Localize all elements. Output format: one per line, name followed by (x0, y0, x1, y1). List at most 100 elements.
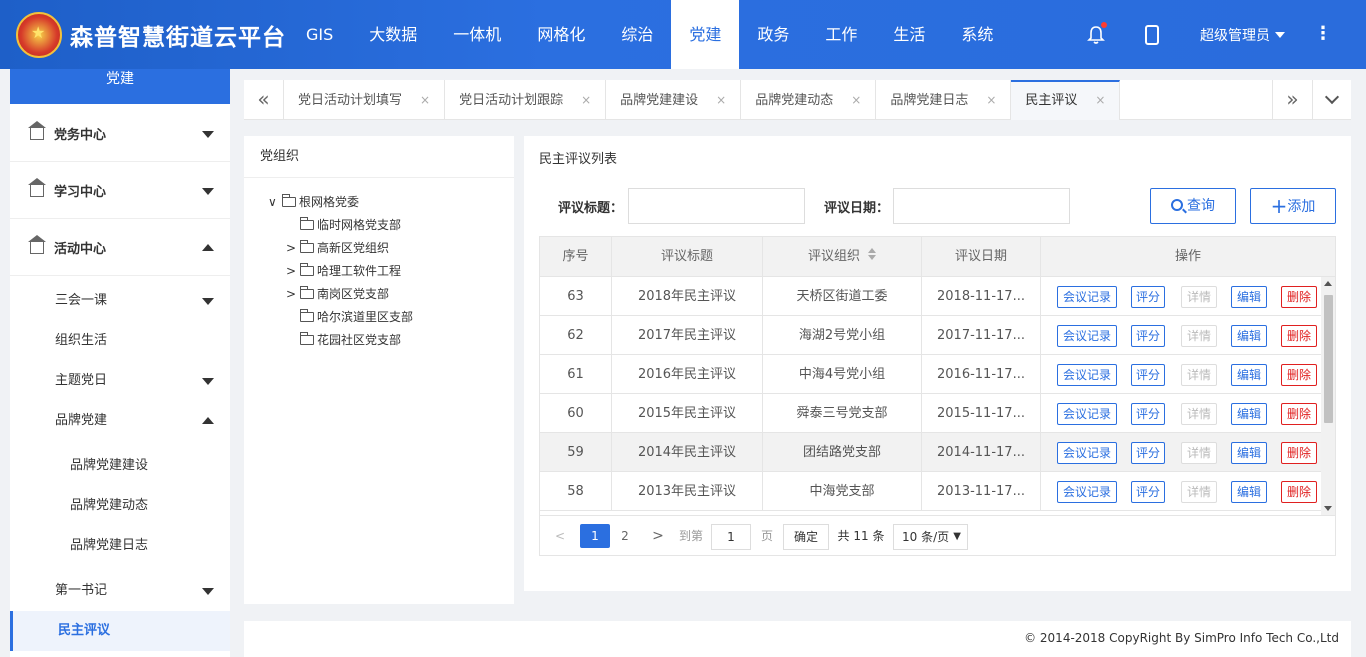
filter-date-input[interactable] (893, 188, 1070, 224)
sidebar-item-brand-party[interactable]: 品牌党建 (10, 401, 230, 441)
prev-page-icon[interactable]: < (552, 524, 568, 548)
close-icon[interactable]: × (716, 93, 726, 107)
delete-button[interactable]: 删除 (1281, 325, 1317, 347)
close-icon[interactable]: × (986, 93, 996, 107)
meeting-record-button[interactable]: 会议记录 (1057, 442, 1117, 464)
details-button[interactable]: 详情 (1181, 403, 1217, 425)
edit-button[interactable]: 编辑 (1231, 325, 1267, 347)
score-button[interactable]: 评分 (1131, 442, 1165, 464)
tab-democratic-review[interactable]: 民主评议 × (1011, 80, 1121, 120)
scroll-tabs-left-icon[interactable]: « (244, 80, 284, 120)
meeting-record-button[interactable]: 会议记录 (1057, 403, 1117, 425)
sidebar-item-brand-log[interactable]: 品牌党建日志 (10, 526, 230, 566)
meeting-record-button[interactable]: 会议记录 (1057, 481, 1117, 503)
goto-page-input[interactable]: 1 (711, 524, 751, 550)
delete-button[interactable]: 删除 (1281, 364, 1317, 386)
tab-brand-news[interactable]: 品牌党建动态 × (741, 80, 877, 120)
sidebar-item-first-secretary[interactable]: 第一书记 (10, 571, 230, 611)
tree-node[interactable]: > 高新区党组织 (286, 238, 389, 258)
close-icon[interactable]: × (1095, 93, 1105, 107)
table-row[interactable]: 58 2013年民主评议 中海党支部 2013-11-17... 会议记录 评分 详情 编辑删… (540, 472, 1321, 511)
details-button[interactable]: 详情 (1181, 286, 1217, 308)
close-icon[interactable]: × (581, 93, 591, 107)
table-row[interactable]: 61 2016年民主评议 中海4号党小组 2016-11-17... 会议记录 评分 详情编… (540, 355, 1321, 394)
sidebar-section-activity[interactable]: 活动中心 (10, 220, 230, 276)
tree-node[interactable]: > 南岗区党支部 (286, 284, 389, 304)
tab-menu-button[interactable] (1312, 80, 1351, 120)
nav-government[interactable]: 政务 (739, 0, 807, 69)
scrollbar-thumb[interactable] (1324, 295, 1333, 423)
score-button[interactable]: 评分 (1131, 325, 1165, 347)
nav-big-data[interactable]: 大数据 (351, 0, 435, 69)
close-icon[interactable]: × (851, 93, 861, 107)
more-vertical-icon[interactable]: ⋮ (1314, 23, 1332, 44)
tree-node[interactable]: 哈尔滨道里区支部 (300, 307, 413, 327)
sort-icon[interactable] (868, 248, 876, 260)
score-button[interactable]: 评分 (1131, 403, 1165, 425)
nav-kiosk[interactable]: 一体机 (435, 0, 519, 69)
scroll-down-icon[interactable] (1324, 506, 1332, 511)
tree-node[interactable]: 临时网格党支部 (300, 215, 401, 235)
edit-button[interactable]: 编辑 (1231, 286, 1267, 308)
table-row[interactable]: 60 2015年民主评议 舜泰三号党支部 2015-11-17... 会议记录 评分 详情编… (540, 394, 1321, 433)
delete-button[interactable]: 删除 (1281, 403, 1317, 425)
tab-activity-plan-track[interactable]: 党日活动计划跟踪 × (445, 80, 607, 120)
search-button[interactable]: 查询 (1150, 188, 1236, 224)
edit-button[interactable]: 编辑 (1231, 403, 1267, 425)
filter-title-input[interactable] (628, 188, 805, 224)
tab-activity-plan-fill[interactable]: 党日活动计划填写 × (284, 80, 446, 120)
score-button[interactable]: 评分 (1131, 286, 1165, 308)
sidebar-item-democratic-review[interactable]: 民主评议 (10, 611, 230, 651)
edit-button[interactable]: 编辑 (1231, 481, 1267, 503)
delete-button[interactable]: 删除 (1281, 481, 1317, 503)
meeting-record-button[interactable]: 会议记录 (1057, 286, 1117, 308)
delete-button[interactable]: 删除 (1281, 442, 1317, 464)
close-icon[interactable]: × (420, 93, 430, 107)
chevron-right-icon[interactable]: > (286, 261, 300, 281)
delete-button[interactable]: 删除 (1281, 286, 1317, 308)
nav-life[interactable]: 生活 (875, 0, 943, 69)
sidebar-section-learning[interactable]: 学习中心 (10, 163, 230, 219)
details-button[interactable]: 详情 (1181, 325, 1217, 347)
table-row[interactable]: 62 2017年民主评议 海湖2号党小组 2017-11-17... 会议记录 评分 详情编… (540, 316, 1321, 355)
score-button[interactable]: 评分 (1131, 364, 1165, 386)
page-size-select[interactable]: 10 条/页 ▼ (893, 524, 968, 550)
edit-button[interactable]: 编辑 (1231, 442, 1267, 464)
chevron-right-icon[interactable]: > (286, 238, 300, 258)
table-row[interactable]: 59 2014年民主评议 团结路党支部 2014-11-17... 会议记录 评分 详情 编辑… (540, 433, 1321, 472)
page-1-button[interactable]: 1 (580, 524, 610, 548)
nav-party-building[interactable]: 党建 (671, 0, 740, 69)
edit-button[interactable]: 编辑 (1231, 364, 1267, 386)
score-button[interactable]: 评分 (1131, 481, 1165, 503)
tree-node-root[interactable]: ∨ 根网格党委 (268, 192, 359, 212)
goto-confirm-button[interactable]: 确定 (783, 524, 829, 550)
chevron-right-icon[interactable]: > (286, 284, 300, 304)
table-scrollbar[interactable] (1321, 277, 1335, 515)
tree-node[interactable]: 花园社区党支部 (300, 330, 401, 350)
bell-icon[interactable] (1087, 22, 1107, 45)
details-button[interactable]: 详情 (1181, 364, 1217, 386)
sidebar-item-brand-building[interactable]: 品牌党建建设 (10, 446, 230, 486)
add-button[interactable]: +添加 (1250, 188, 1336, 224)
page-2-button[interactable]: 2 (612, 524, 638, 548)
details-button[interactable]: 详情 (1181, 442, 1217, 464)
nav-gis[interactable]: GIS (288, 0, 351, 69)
nav-system[interactable]: 系统 (943, 0, 1011, 69)
table-row[interactable]: 63 2018年民主评议 天桥区街道工委 2018-11-17... 会议记录 评分 详情编… (540, 277, 1321, 316)
user-menu[interactable]: 超级管理员 (1200, 25, 1285, 45)
column-header-org[interactable]: 评议组织 (763, 237, 922, 277)
details-button[interactable]: 详情 (1181, 481, 1217, 503)
tree-node[interactable]: > 哈理工软件工程 (286, 261, 401, 281)
tab-brand-log[interactable]: 品牌党建日志 × (876, 80, 1012, 120)
sidebar-item-theme-day[interactable]: 主题党日 (10, 361, 230, 401)
nav-work[interactable]: 工作 (807, 0, 875, 69)
nav-governance[interactable]: 综治 (603, 0, 671, 69)
scroll-up-icon[interactable] (1324, 281, 1332, 286)
nav-grid[interactable]: 网格化 (519, 0, 603, 69)
chevron-down-icon[interactable]: ∨ (268, 192, 282, 212)
meeting-record-button[interactable]: 会议记录 (1057, 325, 1117, 347)
meeting-record-button[interactable]: 会议记录 (1057, 364, 1117, 386)
scroll-tabs-right-icon[interactable]: » (1272, 80, 1312, 120)
sidebar-item-brand-news[interactable]: 品牌党建动态 (10, 486, 230, 526)
sidebar-item-three-meetings[interactable]: 三会一课 (10, 281, 230, 321)
